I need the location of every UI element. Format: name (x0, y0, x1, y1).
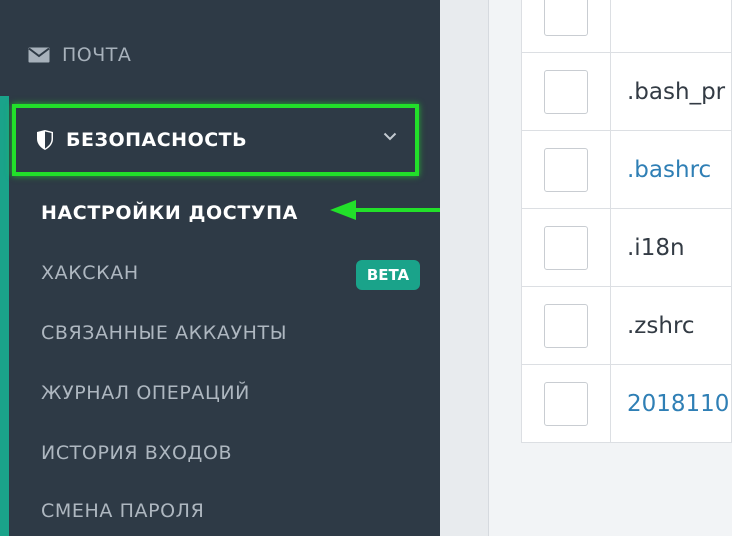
row-checkbox[interactable] (544, 381, 588, 426)
beta-badge: BETA (356, 260, 420, 290)
sidebar-item-mail[interactable]: ПОЧТА (28, 40, 131, 70)
sidebar-item-label: ХАКСКАН (41, 262, 139, 284)
file-name[interactable] (610, 0, 732, 53)
chevron-down-icon[interactable] (383, 132, 397, 141)
table-row[interactable] (521, 0, 732, 53)
sidebar: ПОЧТА БЕЗОПАСНОСТЬ НАСТРОЙКИ ДОСТУПА ХАК… (0, 0, 468, 536)
section-label: БЕЗОПАСНОСТЬ (66, 129, 248, 151)
table-row[interactable]: .i18n (521, 208, 732, 287)
file-name[interactable]: .zshrc (610, 286, 732, 365)
mail-icon (28, 47, 50, 63)
row-checkbox[interactable] (544, 225, 588, 270)
table-row[interactable]: 2018110 (521, 364, 732, 443)
sidebar-item-operations-log[interactable]: ЖУРНАЛ ОПЕРАЦИЙ (41, 378, 250, 408)
sidebar-accent-bar (0, 96, 9, 536)
sidebar-section-security[interactable]: БЕЗОПАСНОСТЬ (12, 104, 419, 176)
table-row[interactable]: .bashrc (521, 130, 732, 209)
sidebar-item-change-password[interactable]: СМЕНА ПАРОЛЯ (41, 496, 204, 526)
file-name-link[interactable]: 2018110 (610, 364, 732, 443)
sidebar-item-label: ИСТОРИЯ ВХОДОВ (41, 442, 233, 464)
row-checkbox[interactable] (544, 69, 588, 114)
row-checkbox[interactable] (544, 147, 588, 192)
sidebar-item-label: НАСТРОЙКИ ДОСТУПА (41, 202, 298, 224)
sidebar-item-login-history[interactable]: ИСТОРИЯ ВХОДОВ (41, 438, 232, 468)
file-name[interactable]: .bash_pr (610, 52, 732, 131)
row-checkbox[interactable] (544, 0, 588, 36)
sidebar-item-label: СМЕНА ПАРОЛЯ (41, 500, 205, 522)
table-row[interactable]: .bash_pr (521, 52, 732, 131)
file-name-link[interactable]: .bashrc (610, 130, 732, 209)
table-row[interactable]: .zshrc (521, 286, 732, 365)
shield-icon (36, 130, 54, 150)
sidebar-item-linked-accounts[interactable]: СВЯЗАННЫЕ АККАУНТЫ (41, 318, 287, 348)
file-table: .bash_pr .bashrc .i18n .zshrc 2018110 (521, 0, 732, 443)
file-name[interactable]: .i18n (610, 208, 732, 287)
sidebar-item-access-settings[interactable]: НАСТРОЙКИ ДОСТУПА (41, 198, 298, 228)
content-gutter (440, 0, 488, 536)
sidebar-item-label: СВЯЗАННЫЕ АККАУНТЫ (41, 322, 288, 344)
sidebar-item-hackscan[interactable]: ХАКСКАН (41, 258, 139, 288)
sidebar-item-label: ПОЧТА (62, 44, 132, 66)
sidebar-item-label: ЖУРНАЛ ОПЕРАЦИЙ (41, 382, 250, 404)
row-checkbox[interactable] (544, 303, 588, 348)
